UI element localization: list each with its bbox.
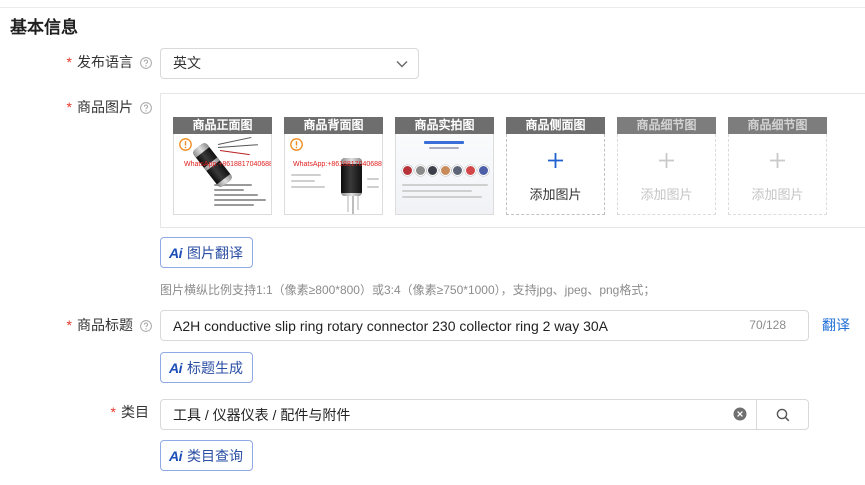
image-translate-label: 图片翻译 — [187, 244, 243, 261]
language-label: * 发布语言 — [0, 53, 133, 71]
title-char-counter: 70/128 — [749, 318, 786, 332]
spec-text-line — [214, 199, 266, 201]
add-image-area: 添加图片 — [728, 134, 827, 215]
image-slot-detail: 商品细节图 添加图片 — [728, 117, 827, 215]
title-translate-link[interactable]: 翻译 — [822, 316, 850, 334]
ai-icon: Ai — [169, 244, 183, 261]
language-select[interactable]: 英文 — [160, 48, 419, 79]
image-slot-real[interactable]: 商品实拍图 — [395, 117, 494, 215]
add-image-label: 添加图片 — [751, 187, 804, 202]
category-label: * 类目 — [0, 403, 149, 421]
product-wire — [347, 196, 349, 212]
photo-heading-line — [429, 147, 459, 149]
question-circle-icon[interactable] — [140, 57, 152, 69]
ai-icon: Ai — [169, 359, 183, 376]
image-slot-title: 商品细节图 — [728, 117, 827, 134]
photo-heading-line — [424, 141, 464, 144]
spec-text-line — [291, 174, 321, 176]
product-thumbnail — [402, 165, 413, 176]
title-field: 70/128 — [160, 310, 809, 341]
plus-icon — [548, 153, 563, 168]
search-icon — [776, 408, 790, 422]
product-photo-real[interactable] — [395, 134, 494, 215]
title-label: * 商品标题 — [0, 316, 133, 334]
category-query-button[interactable]: Ai 类目查询 — [160, 440, 253, 471]
section-title: 基本信息 — [10, 18, 78, 37]
title-generate-label: 标题生成 — [187, 359, 243, 376]
required-mark: * — [66, 54, 72, 70]
title-generate-button[interactable]: Ai 标题生成 — [160, 352, 253, 383]
product-wire — [217, 144, 258, 148]
metal-cap — [341, 193, 362, 196]
category-field — [160, 399, 757, 430]
spec-text-line — [214, 194, 258, 196]
product-thumbnail — [452, 165, 464, 176]
product-wire — [217, 136, 252, 145]
watermark-text: WhatsApp:+8618817040688 — [184, 161, 272, 168]
language-select-value: 英文 — [173, 55, 201, 71]
spec-text-line — [402, 184, 488, 186]
image-slot-title: 商品背面图 — [284, 117, 383, 134]
image-slot-title: 商品细节图 — [617, 117, 716, 134]
image-slot-front[interactable]: 商品正面图 WhatsApp:+8618817040688 — [173, 117, 272, 215]
product-wire — [352, 196, 354, 214]
warning-circle-icon — [179, 138, 192, 151]
card-top-border — [0, 7, 865, 8]
language-label-text: 发布语言 — [77, 54, 133, 70]
plus-icon — [770, 153, 785, 168]
product-thumbnail-row — [402, 165, 489, 176]
category-search-button[interactable] — [756, 399, 809, 430]
category-input[interactable] — [161, 400, 756, 429]
metal-cap — [216, 173, 234, 189]
image-slot-detail: 商品细节图 添加图片 — [617, 117, 716, 215]
title-input[interactable] — [161, 311, 808, 340]
images-label: * 商品图片 — [0, 98, 133, 116]
product-photo-back[interactable]: WhatsApp:+8618817040688 — [284, 134, 383, 215]
spec-text-line — [291, 186, 325, 188]
spec-text-line — [291, 180, 315, 182]
product-thumbnail — [439, 165, 451, 176]
image-requirements-hint: 图片横纵比例支持1:1（像素≥800*800）或3:4（像素≥750*1000）… — [160, 283, 656, 297]
question-circle-icon[interactable] — [140, 102, 152, 114]
spec-text-line — [367, 178, 379, 180]
watermark-text: WhatsApp:+8618817040688 — [293, 161, 382, 168]
chevron-down-icon — [396, 61, 408, 68]
product-wire — [357, 196, 359, 210]
image-slot-title: 商品正面图 — [173, 117, 272, 134]
image-slot-side[interactable]: 商品侧面图 添加图片 — [506, 117, 605, 215]
image-slot-back[interactable]: 商品背面图 WhatsApp:+8618817040688 — [284, 117, 383, 215]
required-mark: * — [66, 99, 72, 115]
product-thumbnail — [414, 165, 426, 176]
category-query-label: 类目查询 — [187, 447, 243, 464]
add-image-label: 添加图片 — [640, 187, 693, 202]
images-label-text: 商品图片 — [77, 99, 133, 115]
metal-cap — [191, 141, 210, 158]
image-slot-title: 商品侧面图 — [506, 117, 605, 134]
warning-circle-icon — [290, 138, 303, 151]
spec-text-line — [214, 189, 244, 191]
spec-text-line — [402, 190, 472, 192]
add-image-area[interactable]: 添加图片 — [506, 134, 605, 215]
question-circle-icon[interactable] — [140, 320, 152, 332]
add-image-area: 添加图片 — [617, 134, 716, 215]
spec-text-line — [214, 204, 254, 206]
required-mark: * — [110, 404, 116, 420]
image-translate-button[interactable]: Ai 图片翻译 — [160, 237, 253, 268]
title-label-text: 商品标题 — [77, 317, 133, 333]
image-slot-title: 商品实拍图 — [395, 117, 494, 134]
plus-icon — [659, 153, 674, 168]
product-thumbnail — [477, 165, 489, 176]
product-thumbnail — [464, 165, 476, 176]
product-photo-front[interactable]: WhatsApp:+8618817040688 — [173, 134, 272, 215]
clear-circle-icon[interactable] — [733, 407, 747, 421]
product-thumbnail — [427, 165, 439, 176]
required-mark: * — [66, 317, 72, 333]
product-wire — [219, 150, 250, 156]
ai-icon: Ai — [169, 447, 183, 464]
category-label-text: 类目 — [121, 404, 149, 420]
spec-text-line — [367, 186, 379, 188]
spec-text-line — [402, 196, 482, 198]
add-image-label: 添加图片 — [529, 187, 582, 202]
